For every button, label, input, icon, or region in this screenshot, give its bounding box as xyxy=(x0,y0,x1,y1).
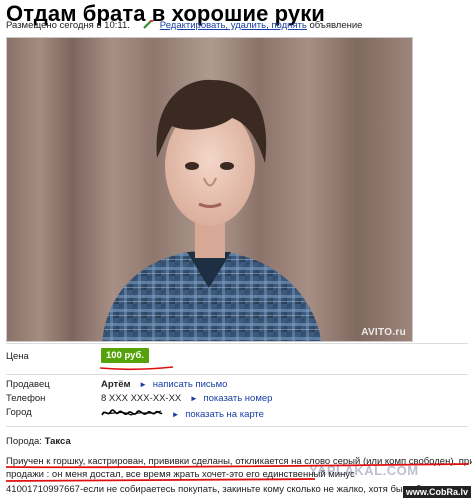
show-number-link[interactable]: показать номер xyxy=(203,393,272,404)
site-watermark: YAPLAKAL.COM xyxy=(309,463,419,478)
scribbled-city-name xyxy=(101,409,163,416)
phone-label: Телефон xyxy=(6,393,46,404)
description-line: 41001710997667-если не собираетесь покуп… xyxy=(6,484,436,495)
seller-row: Артём ► написать письмо xyxy=(101,379,227,390)
description-line: продажи : он меня достал, все время жрат… xyxy=(6,469,355,480)
phone-row: 8 XXX XXX-XX-XX ► показать номер xyxy=(101,393,272,404)
edit-listing-link[interactable]: Редактировать, удалить, поднять xyxy=(160,20,307,31)
seller-name: Артём xyxy=(101,379,131,390)
arrow-right-icon: ► xyxy=(189,394,198,403)
arrow-right-icon: ► xyxy=(171,410,180,419)
phone-number: 8 XXX XXX-XX-XX xyxy=(101,393,182,404)
photo-image xyxy=(7,38,412,341)
listing-photo[interactable]: AVITO.ru xyxy=(6,37,413,342)
photo-watermark: AVITO.ru xyxy=(361,327,406,338)
edit-suffix: объявление xyxy=(309,20,363,31)
seller-label: Продавец xyxy=(6,379,50,390)
arrow-right-icon: ► xyxy=(139,380,148,389)
divider xyxy=(6,374,468,375)
listing-meta: Размещено сегодня в 10:11. Редактировать… xyxy=(6,20,362,31)
write-message-link[interactable]: написать письмо xyxy=(153,379,228,390)
price-label: Цена xyxy=(6,351,29,362)
show-on-map-link[interactable]: показать на карте xyxy=(185,409,264,420)
breed-value: Такса xyxy=(44,436,71,447)
divider xyxy=(6,343,468,344)
posted-date: Размещено сегодня в 10:11. xyxy=(6,20,130,31)
pencil-icon xyxy=(143,20,154,29)
city-label: Город xyxy=(6,407,32,418)
corner-watermark: www.CobRa.lv xyxy=(402,486,471,498)
red-underline-mark xyxy=(99,366,174,371)
divider xyxy=(6,426,468,427)
breed-label: Порода: xyxy=(6,436,42,447)
breed-row: Порода: Такса xyxy=(6,436,71,447)
city-row: ► показать на карте xyxy=(101,407,264,420)
price-badge: 100 руб. xyxy=(101,348,149,363)
